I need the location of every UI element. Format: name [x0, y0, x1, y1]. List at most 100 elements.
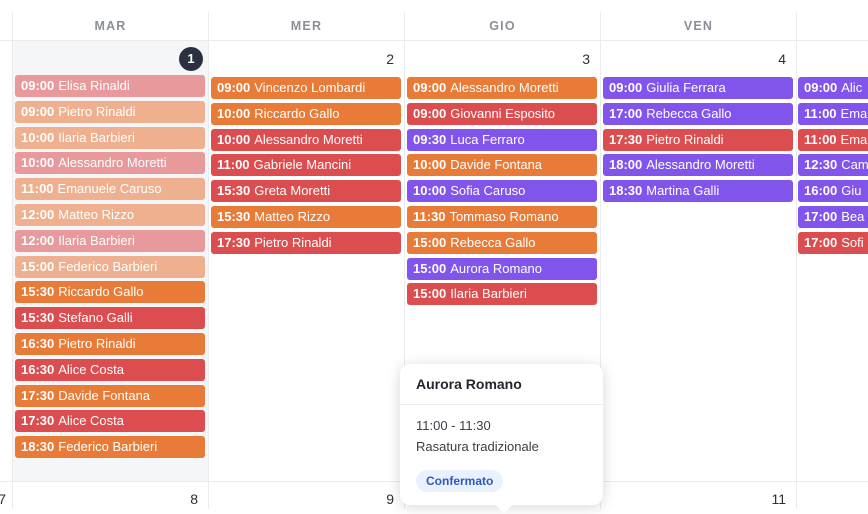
event-client-name: Alessandro Moretti — [254, 131, 363, 147]
event-time: 09:00 — [217, 80, 251, 95]
appointment-event[interactable]: 09:00 Giulia Ferrara — [603, 77, 793, 99]
appointment-event[interactable]: 09:00 Alic — [798, 77, 868, 99]
day-number[interactable]: 7 — [0, 491, 6, 507]
event-client-name: Luca Ferraro — [450, 131, 525, 147]
header-mer: MER — [290, 19, 323, 33]
event-time: 12:00 — [21, 232, 55, 248]
event-client-name: Alessandro Moretti — [646, 157, 755, 173]
event-client-name: Alessandro Moretti — [58, 155, 167, 171]
event-client-name: Vincenzo Lombardi — [254, 80, 366, 95]
day-number[interactable]: 9 — [364, 491, 394, 507]
event-time: 18:30 — [609, 183, 643, 199]
event-time: 16:00 — [804, 183, 838, 199]
event-client-name: Alice Costa — [58, 413, 124, 429]
today-day-number[interactable]: 1 — [179, 47, 203, 71]
appointment-event[interactable]: 10:00 Sofia Caruso — [407, 180, 597, 203]
event-time: 11:00 — [804, 131, 837, 147]
appointment-event[interactable]: 16:00 Giu — [798, 180, 868, 203]
appointment-event[interactable]: 18:00 Alessandro Moretti — [603, 154, 793, 177]
appointment-event[interactable]: 11:00 Gabriele Mancini — [211, 154, 401, 177]
event-time: 10:00 — [21, 155, 55, 171]
event-client-name: Giulia Ferrara — [646, 80, 726, 95]
event-time: 17:30 — [609, 131, 643, 147]
event-client-name: Sofi — [841, 234, 864, 250]
event-time: 10:00 — [413, 157, 447, 173]
appointment-event[interactable]: 11:00 Emanuele Caruso — [15, 178, 205, 201]
appointment-event[interactable]: 15:00 Federico Barbieri — [15, 255, 205, 278]
appointment-event[interactable]: 12:00 Matteo Rizzo — [15, 204, 205, 226]
appointment-event[interactable]: 12:00 Ilaria Barbieri — [15, 229, 205, 252]
popover-service: Rasatura tradizionale — [416, 439, 539, 454]
event-client-name: Riccardo Gallo — [254, 105, 340, 121]
event-client-name: Davide Fontana — [58, 387, 151, 403]
appointment-event[interactable]: 09:00 Vincenzo Lombardi — [211, 77, 401, 99]
event-client-name: Cam — [841, 157, 868, 173]
appointment-event[interactable]: 15:30 Matteo Rizzo — [211, 206, 401, 228]
event-time: 17:30 — [21, 387, 55, 403]
day-number[interactable]: 3 — [560, 51, 590, 67]
event-time: 10:00 — [217, 105, 251, 121]
event-time: 11:00 — [804, 105, 837, 121]
event-client-name: Pietro Rinaldi — [646, 131, 724, 147]
appointment-event[interactable]: 16:30 Alice Costa — [15, 358, 205, 381]
appointment-event[interactable]: 18:30 Martina Galli — [603, 180, 793, 203]
event-time: 12:00 — [21, 207, 55, 222]
event-client-name: Ema — [840, 105, 868, 121]
appointment-event[interactable]: 09:30 Luca Ferraro — [407, 128, 597, 151]
appointment-event[interactable]: 09:00 Elisa Rinaldi — [15, 75, 205, 97]
appointment-event[interactable]: 15:00 Rebecca Gallo — [407, 231, 597, 254]
appointment-event[interactable]: 10:00 Ilaria Barbieri — [15, 126, 205, 149]
appointment-event[interactable]: 10:00 Alessandro Moretti — [15, 152, 205, 175]
day-number[interactable]: 8 — [168, 491, 198, 507]
event-time: 17:00 — [609, 105, 643, 121]
day-number[interactable]: 2 — [364, 51, 394, 67]
appointment-event[interactable]: 17:30 Alice Costa — [15, 410, 205, 433]
appointment-event[interactable]: 11:00 Ema — [798, 102, 868, 125]
appointment-event[interactable]: 15:30 Stefano Galli — [15, 307, 205, 330]
appointment-event[interactable]: 10:00 Alessandro Moretti — [211, 128, 401, 151]
event-client-name: Tommaso Romano — [449, 209, 559, 224]
event-time: 09:00 — [21, 78, 55, 93]
appointment-event[interactable]: 10:00 Riccardo Gallo — [211, 102, 401, 125]
header-divider — [0, 40, 868, 41]
event-time: 10:00 — [413, 183, 447, 199]
event-time: 09:00 — [413, 105, 447, 121]
appointment-event[interactable]: 09:00 Giovanni Esposito — [407, 102, 597, 125]
appointment-event[interactable]: 15:00 Aurora Romano — [407, 257, 597, 280]
appointment-event[interactable]: 11:30 Tommaso Romano — [407, 206, 597, 228]
appointment-event[interactable]: 17:30 Davide Fontana — [15, 384, 205, 407]
event-time: 16:30 — [21, 336, 55, 351]
appointment-event[interactable]: 16:30 Pietro Rinaldi — [15, 333, 205, 355]
event-time: 15:00 — [413, 286, 447, 302]
appointment-event[interactable]: 18:30 Federico Barbieri — [15, 436, 205, 459]
event-time: 09:00 — [804, 80, 838, 95]
appointment-event[interactable]: 11:00 Ema — [798, 128, 868, 151]
event-client-name: Rebecca Gallo — [450, 234, 536, 250]
day-number[interactable]: 11 — [756, 491, 786, 507]
appointment-event[interactable]: 17:00 Bea — [798, 206, 868, 228]
appointment-event[interactable]: 17:00 Rebecca Gallo — [603, 102, 793, 125]
appointment-event[interactable]: 12:30 Cam — [798, 154, 868, 177]
event-client-name: Pietro Rinaldi — [254, 234, 332, 250]
event-time: 15:00 — [413, 234, 447, 250]
appointment-event[interactable]: 15:30 Riccardo Gallo — [15, 281, 205, 304]
appointment-event[interactable]: 17:30 Pietro Rinaldi — [603, 128, 793, 151]
appointment-event[interactable]: 09:00 Alessandro Moretti — [407, 77, 597, 99]
appointment-event[interactable]: 15:30 Greta Moretti — [211, 180, 401, 203]
appointment-event[interactable]: 17:30 Pietro Rinaldi — [211, 231, 401, 254]
event-client-name: Pietro Rinaldi — [58, 103, 136, 119]
popover-client-name: Aurora Romano — [416, 376, 522, 392]
appointment-event[interactable]: 09:00 Pietro Rinaldi — [15, 100, 205, 123]
event-client-name: Giu — [841, 183, 862, 199]
appointment-event[interactable]: 10:00 Davide Fontana — [407, 154, 597, 177]
grid-line — [208, 12, 209, 509]
day-number[interactable]: 4 — [756, 51, 786, 67]
event-client-name: Giovanni Esposito — [450, 105, 556, 121]
event-client-name: Rebecca Gallo — [646, 105, 732, 121]
grid-line — [796, 12, 797, 509]
event-time: 11:30 — [413, 209, 446, 224]
event-time: 17:30 — [217, 234, 251, 250]
appointment-event[interactable]: 17:00 Sofi — [798, 231, 868, 254]
appointment-event[interactable]: 15:00 Ilaria Barbieri — [407, 283, 597, 306]
event-client-name: Pietro Rinaldi — [58, 336, 136, 351]
